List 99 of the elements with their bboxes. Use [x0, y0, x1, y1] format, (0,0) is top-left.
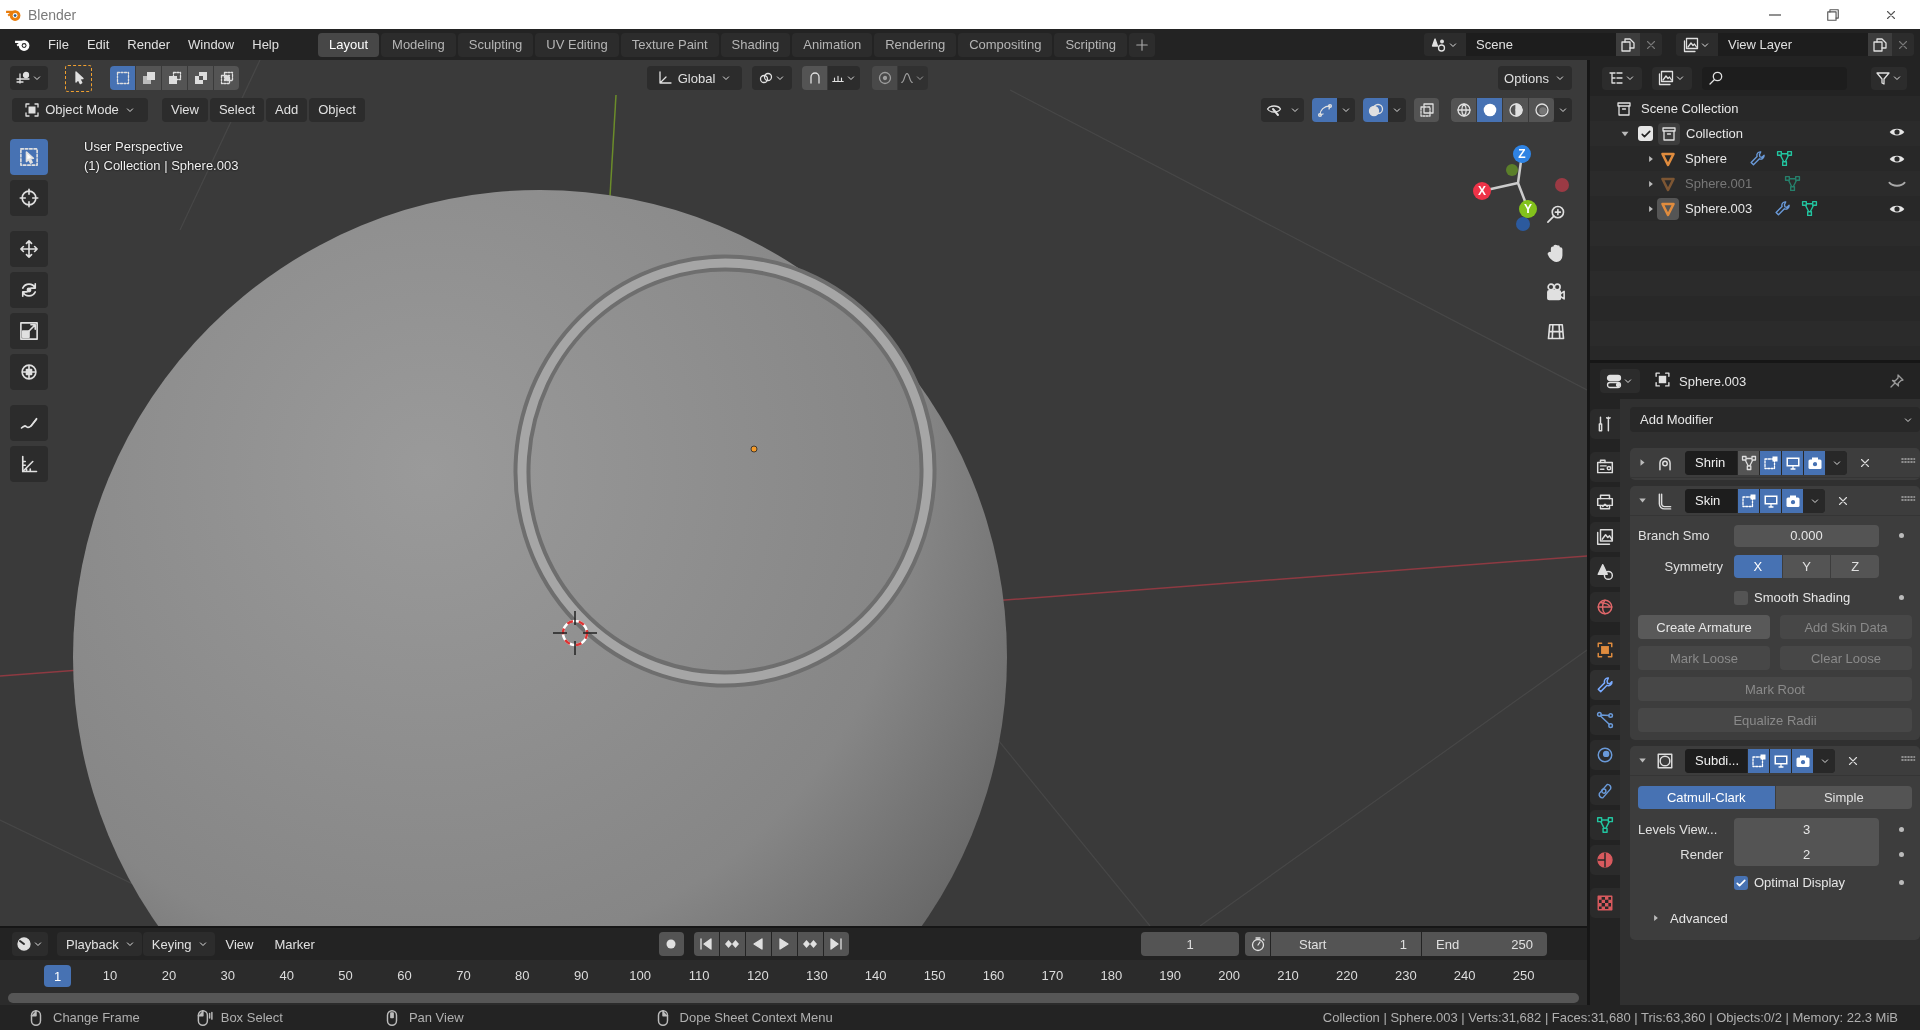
- checkbox[interactable]: Optimal Display: [1734, 875, 1879, 890]
- frame-number: 80: [515, 968, 530, 983]
- workspace-tab[interactable]: Texture Paint: [620, 32, 719, 57]
- menu-dropdown[interactable]: Playback: [57, 932, 142, 956]
- status-hint: Box Select: [220, 1010, 283, 1025]
- workspace-tab[interactable]: Animation: [792, 32, 873, 57]
- frame-number: 70: [456, 968, 471, 983]
- frame-number: 210: [1277, 968, 1299, 983]
- add-modifier-dropdown[interactable]: Add Modifier: [1630, 407, 1920, 432]
- field-label: Render: [1679, 847, 1723, 862]
- number-field[interactable]: 2: [1734, 842, 1879, 866]
- advanced-subpanel-header[interactable]: Advanced: [1650, 904, 1912, 932]
- frame-number: 50: [338, 968, 353, 983]
- field-label: End: [1436, 936, 1460, 952]
- scene-statistics: Collection | Sphere.003 | Verts:31,682 | Faces:31,680 | Tris:63,360 | Objects:0/2 | Memory: 22.3 MiB: [1322, 1010, 1898, 1025]
- options-dropdown[interactable]: Options: [1498, 66, 1572, 90]
- frame-number: 130: [805, 968, 828, 983]
- workspace-tab[interactable]: Shading: [720, 32, 791, 57]
- workspace-tab[interactable]: Layout: [318, 32, 380, 57]
- axis-toggle-button[interactable]: Z: [1831, 555, 1879, 578]
- frame-number: 150: [923, 968, 946, 983]
- frame-number: 40: [279, 968, 294, 983]
- frame-number: 170: [1041, 968, 1064, 983]
- checkbox-label: Smooth Shading: [1754, 590, 1851, 605]
- frame-number: 140: [864, 968, 887, 983]
- field-label: Branch Smo: [1638, 528, 1711, 543]
- menu-item[interactable]: Render: [118, 33, 179, 56]
- menu-item[interactable]: Help: [243, 33, 288, 56]
- menu-dropdown[interactable]: Keying: [142, 932, 215, 956]
- axis-toggle-button[interactable]: X: [1734, 555, 1782, 578]
- orientation-dropdown[interactable]: Global: [647, 66, 742, 90]
- menu-item[interactable]: Window: [179, 33, 244, 56]
- status-hint: Change Frame: [53, 1010, 140, 1025]
- axis-label: X: [1478, 184, 1486, 198]
- workspace-tab[interactable]: Compositing: [958, 32, 1053, 57]
- frame-number: 160: [982, 968, 1005, 983]
- axis-label: Z: [1518, 147, 1526, 161]
- status-hint: Dope Sheet Context Menu: [679, 1010, 833, 1025]
- modifier-name-field[interactable]: Shrin: [1685, 450, 1737, 475]
- viewport-info-text: (1) Collection | Sphere.003: [84, 157, 239, 175]
- current-frame-field[interactable]: 1: [1141, 932, 1239, 956]
- frame-number: 90: [573, 968, 589, 983]
- field-label: Start: [1299, 936, 1327, 952]
- frame-number: 240: [1453, 968, 1476, 983]
- frame-number: 230: [1394, 968, 1417, 983]
- scene-name-field[interactable]: Scene: [1466, 33, 1616, 56]
- axis-label: Y: [1524, 202, 1532, 216]
- frame-number: 20: [161, 968, 177, 983]
- playhead[interactable]: 1: [44, 965, 71, 987]
- frame-number: 220: [1336, 968, 1358, 983]
- menu-item[interactable]: Marker: [264, 932, 325, 956]
- status-hint: Pan View: [408, 1010, 464, 1025]
- view-layer-name-field[interactable]: View Layer: [1718, 33, 1868, 56]
- menu-item[interactable]: View: [215, 932, 264, 956]
- frame-number: 190: [1159, 968, 1182, 983]
- end-frame-field[interactable]: End 250: [1422, 932, 1547, 956]
- frame-number: 10: [102, 968, 118, 983]
- outliner-item[interactable]: Collection: [1686, 126, 1744, 141]
- menu-item[interactable]: Edit: [77, 33, 119, 56]
- mode-dropdown[interactable]: Object Mode: [12, 97, 148, 122]
- outliner-item[interactable]: Sphere: [1685, 151, 1727, 166]
- checkbox[interactable]: Smooth Shading: [1734, 590, 1879, 605]
- operator-button[interactable]: Create Armature: [1638, 615, 1770, 639]
- field-label: Symmetry: [1663, 559, 1723, 574]
- window-title: Blender: [28, 6, 77, 23]
- frame-number: 180: [1100, 968, 1123, 983]
- axis-toggle-button[interactable]: Y: [1782, 555, 1831, 578]
- menu-item[interactable]: Add: [266, 97, 308, 122]
- start-frame-field[interactable]: Start 1: [1271, 932, 1421, 956]
- workspace-tab[interactable]: Sculpting: [457, 32, 534, 57]
- number-field[interactable]: 0.000: [1734, 524, 1879, 547]
- workspace-tab[interactable]: UV Editing: [535, 32, 619, 57]
- frame-number: 200: [1218, 968, 1240, 983]
- subdivision-type-button[interactable]: Catmull-Clark: [1638, 786, 1775, 809]
- frame-number: 110: [688, 968, 710, 983]
- field-value: 250: [1511, 936, 1533, 952]
- menu-item[interactable]: Select: [209, 97, 265, 122]
- workspace-tab[interactable]: Scripting: [1054, 32, 1127, 57]
- frame-number: 30: [220, 968, 236, 983]
- menu-item[interactable]: File: [39, 33, 78, 56]
- field-label: Levels View...: [1638, 822, 1719, 837]
- modifier-name-field[interactable]: Skin: [1685, 488, 1737, 513]
- outliner-item[interactable]: Scene Collection: [1641, 101, 1739, 116]
- menu-item[interactable]: Object: [309, 97, 365, 122]
- field-value: 1: [1399, 936, 1407, 952]
- checkbox-label: Optimal Display: [1754, 875, 1846, 890]
- modifier-name-field[interactable]: Subdi...: [1685, 748, 1748, 773]
- object-name: Sphere.003: [1679, 373, 1747, 389]
- workspace-tab[interactable]: Rendering: [874, 32, 957, 57]
- frame-number: 60: [397, 968, 412, 983]
- menu-item[interactable]: View: [162, 97, 208, 122]
- outliner-item[interactable]: Sphere.003: [1685, 201, 1753, 216]
- number-field[interactable]: 3: [1734, 817, 1879, 842]
- viewport-info-text: User Perspective: [84, 138, 184, 156]
- frame-number: 120: [747, 968, 769, 983]
- workspace-tab[interactable]: Modeling: [381, 32, 456, 57]
- frame-number: 250: [1512, 968, 1535, 983]
- subdivision-type-button[interactable]: Simple: [1775, 786, 1912, 809]
- frame-number: 100: [629, 968, 651, 983]
